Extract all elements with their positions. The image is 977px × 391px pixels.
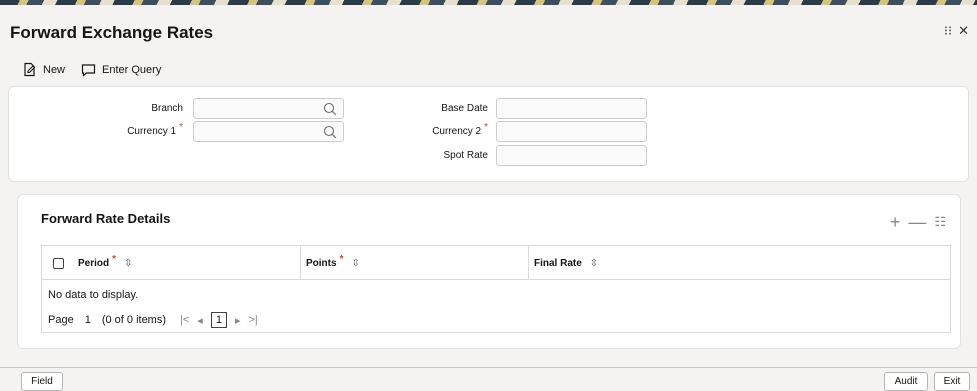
required-marker: * bbox=[484, 122, 488, 133]
sort-icon[interactable]: ⇳ bbox=[124, 258, 132, 269]
spot-rate-label: Spot Rate bbox=[443, 150, 488, 161]
select-all-checkbox[interactable] bbox=[53, 257, 64, 269]
audit-button[interactable]: Audit bbox=[884, 372, 928, 391]
column-header-label: Period bbox=[78, 257, 110, 269]
new-button-label: New bbox=[43, 63, 66, 76]
page-number-input[interactable]: 1 bbox=[82, 314, 94, 326]
column-header-points[interactable]: Points * ⇳ bbox=[306, 246, 360, 280]
spot-rate-input[interactable] bbox=[496, 145, 647, 166]
base-date-row: Base Date bbox=[394, 98, 647, 119]
query-form-panel: Branch Currency 1 * Base Date Currency 2… bbox=[8, 86, 969, 182]
required-marker: * bbox=[112, 253, 117, 265]
toolbar: New Enter Query bbox=[22, 62, 161, 77]
page-label: Page bbox=[48, 314, 74, 326]
required-marker: * bbox=[179, 122, 183, 133]
column-divider bbox=[300, 246, 301, 280]
currency1-row: Currency 1 * bbox=[69, 121, 344, 142]
base-date-label: Base Date bbox=[441, 103, 488, 114]
column-divider bbox=[528, 246, 529, 280]
currency2-label: Currency 2 bbox=[432, 126, 482, 137]
new-document-icon bbox=[24, 62, 36, 77]
current-page-button[interactable]: 1 bbox=[210, 312, 227, 328]
currency1-input[interactable] bbox=[193, 121, 344, 142]
column-header-label: Points bbox=[306, 257, 337, 269]
delete-row-icon[interactable]: — bbox=[908, 213, 926, 231]
table-actions: + — ☷ bbox=[890, 213, 946, 231]
pagination: Page 1 (0 of 0 items) |< ◂ 1 ▸ >| bbox=[48, 312, 258, 328]
single-record-view-icon[interactable]: ☷ bbox=[934, 215, 946, 229]
currency2-input[interactable] bbox=[496, 121, 647, 142]
page-title: Forward Exchange Rates bbox=[10, 23, 214, 42]
new-button[interactable]: New bbox=[22, 62, 65, 77]
forward-rate-table: Period * ⇳ Points * ⇳ Final Rate ⇳ No data… bbox=[41, 245, 951, 333]
spot-rate-row: Spot Rate bbox=[394, 145, 647, 166]
close-icon[interactable]: ✕ bbox=[958, 24, 969, 38]
comment-icon bbox=[81, 63, 96, 77]
forward-rate-details-panel: Forward Rate Details + — ☷ Period * ⇳ Poi… bbox=[17, 194, 961, 349]
items-count: (0 of 0 items) bbox=[101, 314, 167, 326]
column-header-label: Final Rate bbox=[534, 257, 582, 269]
last-page-icon[interactable]: >| bbox=[248, 314, 257, 326]
base-date-input[interactable] bbox=[496, 98, 647, 119]
empty-table-message: No data to display. bbox=[48, 289, 139, 301]
currency1-label: Currency 1 bbox=[127, 126, 177, 137]
first-page-icon[interactable]: |< bbox=[180, 314, 189, 326]
currency1-label-wrap: Currency 1 * bbox=[69, 122, 183, 137]
required-marker: * bbox=[339, 253, 344, 265]
field-button[interactable]: Field bbox=[21, 372, 63, 391]
currency2-row: Currency 2 * bbox=[394, 121, 647, 142]
table-header: Period * ⇳ Points * ⇳ Final Rate ⇳ bbox=[42, 246, 950, 280]
header-banner-strip bbox=[0, 0, 977, 5]
currency2-label-wrap: Currency 2 * bbox=[394, 122, 488, 137]
next-page-icon[interactable]: ▸ bbox=[235, 314, 241, 327]
search-icon[interactable] bbox=[323, 102, 337, 116]
column-header-final-rate[interactable]: Final Rate ⇳ bbox=[534, 246, 598, 280]
search-icon[interactable] bbox=[323, 125, 337, 139]
footer-divider bbox=[0, 367, 977, 368]
column-header-period[interactable]: Period * ⇳ bbox=[78, 246, 132, 280]
window-controls: ⁝⁝ ✕ bbox=[944, 24, 969, 38]
select-all-cell bbox=[53, 246, 64, 280]
branch-input[interactable] bbox=[193, 98, 344, 119]
section-title: Forward Rate Details bbox=[41, 211, 171, 226]
sort-icon[interactable]: ⇳ bbox=[590, 258, 598, 269]
add-row-icon[interactable]: + bbox=[890, 213, 901, 231]
enter-query-button-label: Enter Query bbox=[102, 63, 162, 76]
branch-row: Branch bbox=[69, 98, 344, 119]
exit-button[interactable]: Exit bbox=[934, 372, 970, 391]
previous-page-icon[interactable]: ◂ bbox=[197, 314, 203, 327]
enter-query-button[interactable]: Enter Query bbox=[81, 63, 161, 77]
sort-icon[interactable]: ⇳ bbox=[351, 258, 359, 269]
branch-label: Branch bbox=[151, 103, 183, 114]
maximize-icon[interactable]: ⁝⁝ bbox=[944, 24, 952, 38]
